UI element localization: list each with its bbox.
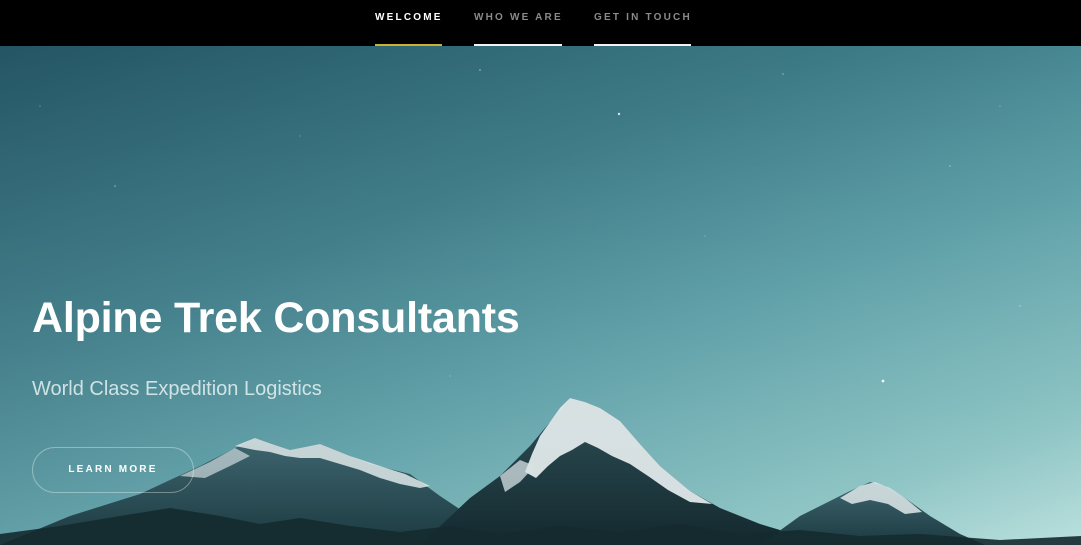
nav-underline [474, 44, 562, 46]
learn-more-button[interactable]: LEARN MORE [32, 447, 194, 493]
nav-item-get-in-touch-label: GET IN TOUCH [594, 12, 692, 23]
nav-active-underline [375, 44, 442, 46]
hero-title: Alpine Trek Consultants [32, 294, 520, 342]
page: WELCOME WHO WE ARE GET IN TOUCH Alpine T… [0, 0, 1081, 545]
nav-item-get-in-touch[interactable]: GET IN TOUCH [594, 0, 691, 46]
nav-item-who-we-are[interactable]: WHO WE ARE [474, 0, 562, 46]
nav-item-who-we-are-label: WHO WE ARE [474, 12, 563, 23]
hero-section: Alpine Trek Consultants World Class Expe… [0, 46, 1081, 545]
nav-item-welcome-label: WELCOME [375, 12, 443, 23]
top-navigation: WELCOME WHO WE ARE GET IN TOUCH [0, 0, 1081, 46]
nav-underline [594, 44, 691, 46]
nav-item-welcome[interactable]: WELCOME [375, 0, 442, 46]
hero-subtitle: World Class Expedition Logistics [32, 378, 322, 400]
